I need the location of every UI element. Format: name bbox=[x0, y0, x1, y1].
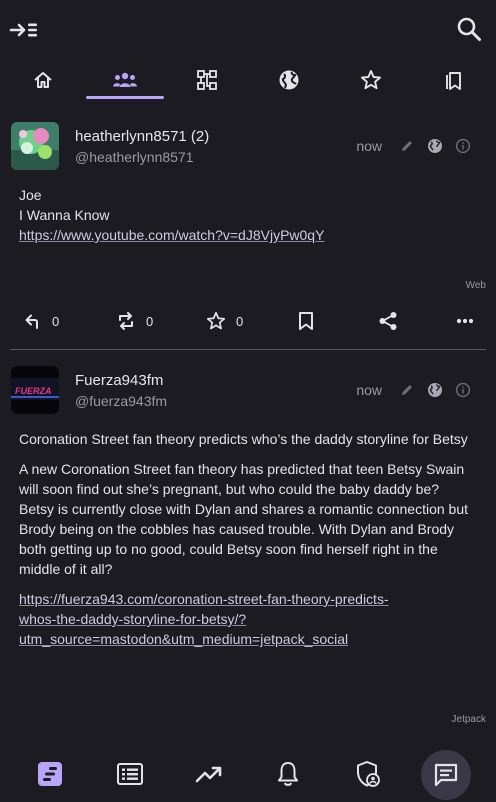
status-link-line: utm_source=mastodon&utm_medium=jetpack_s… bbox=[19, 631, 349, 647]
nav-timeline[interactable] bbox=[32, 756, 68, 792]
message-icon bbox=[433, 762, 459, 788]
avatar[interactable]: FUERZA bbox=[11, 366, 59, 414]
home-icon bbox=[33, 70, 53, 90]
avatar[interactable] bbox=[11, 122, 59, 170]
timeline-icon bbox=[37, 761, 63, 787]
info-icon[interactable] bbox=[454, 137, 472, 155]
avatar-logo-text: FUERZA bbox=[15, 386, 52, 396]
shield-user-icon bbox=[355, 760, 381, 788]
tab-federated-hierarchy[interactable] bbox=[166, 58, 248, 102]
edit-icon[interactable] bbox=[398, 137, 416, 155]
status-meta: now bbox=[356, 381, 472, 399]
tab-home[interactable] bbox=[2, 58, 84, 102]
search-icon[interactable] bbox=[454, 14, 484, 44]
status-content: Joe I Wanna Know https://www.youtube.com… bbox=[19, 185, 472, 245]
bookmark-button[interactable] bbox=[298, 306, 314, 336]
status-title: Coronation Street fan theory predicts wh… bbox=[19, 431, 468, 447]
bookmark-icon bbox=[298, 311, 314, 331]
timestamp[interactable]: now bbox=[356, 382, 382, 398]
more-icon bbox=[456, 318, 474, 324]
favourite-count: 0 bbox=[236, 313, 244, 329]
list-icon bbox=[117, 763, 143, 785]
star-icon bbox=[206, 311, 226, 331]
tab-bookmarks[interactable] bbox=[412, 58, 494, 102]
top-bar bbox=[0, 0, 496, 58]
boost-button[interactable]: 0 bbox=[116, 306, 153, 336]
timeline-tabs bbox=[0, 58, 496, 102]
status-link[interactable]: https://www.youtube.com/watch?v=dJ8VjyPw… bbox=[19, 225, 472, 245]
globe-icon bbox=[426, 137, 444, 155]
content-line: Joe bbox=[19, 187, 42, 203]
tab-local[interactable] bbox=[84, 58, 166, 102]
status-actions: 0 0 0 bbox=[0, 306, 496, 336]
display-name[interactable]: Fuerza943fm bbox=[75, 372, 163, 389]
status-divider bbox=[10, 349, 486, 350]
globe-icon bbox=[278, 69, 300, 91]
bell-icon bbox=[277, 761, 299, 787]
nav-lists[interactable] bbox=[112, 756, 148, 792]
info-icon[interactable] bbox=[454, 381, 472, 399]
more-button[interactable] bbox=[456, 306, 474, 336]
status-content: Coronation Street fan theory predicts wh… bbox=[19, 429, 472, 649]
status-meta: now bbox=[356, 137, 472, 155]
compose-icon[interactable] bbox=[8, 16, 40, 44]
boost-icon bbox=[116, 312, 136, 330]
status-link[interactable]: https://fuerza943.com/coronation-street-… bbox=[19, 589, 472, 649]
edit-icon[interactable] bbox=[398, 381, 416, 399]
people-icon bbox=[112, 71, 138, 89]
reply-icon bbox=[24, 312, 42, 330]
trending-icon bbox=[195, 765, 223, 783]
favourite-button[interactable]: 0 bbox=[206, 306, 243, 336]
status-link-line: https://fuerza943.com/coronation-street-… bbox=[19, 591, 389, 607]
star-icon bbox=[360, 69, 382, 91]
bookmarks-icon bbox=[442, 69, 464, 91]
boost-count: 0 bbox=[146, 313, 154, 329]
display-name[interactable]: heatherlynn8571 (2) bbox=[75, 128, 209, 145]
share-button[interactable] bbox=[378, 306, 398, 336]
tab-favourites[interactable] bbox=[330, 58, 412, 102]
source-app: Web bbox=[465, 280, 486, 291]
share-icon bbox=[378, 311, 398, 331]
nav-moderation[interactable] bbox=[350, 756, 386, 792]
content-line: I Wanna Know bbox=[19, 207, 110, 223]
account-handle[interactable]: @heatherlynn8571 bbox=[75, 149, 194, 165]
status-paragraph: A new Coronation Street fan theory has p… bbox=[19, 461, 468, 577]
reply-count: 0 bbox=[52, 313, 60, 329]
tab-federated[interactable] bbox=[248, 58, 330, 102]
hierarchy-icon bbox=[196, 69, 218, 91]
status-link-line: whos-the-daddy-storyline-for-betsy/? bbox=[19, 611, 247, 627]
timestamp[interactable]: now bbox=[356, 138, 382, 154]
source-app: Jetpack bbox=[451, 714, 486, 725]
account-handle[interactable]: @fuerza943fm bbox=[75, 393, 167, 409]
reply-button[interactable]: 0 bbox=[24, 306, 59, 336]
conversations-button[interactable] bbox=[421, 750, 471, 800]
bottom-navigation bbox=[0, 746, 496, 802]
globe-icon bbox=[426, 381, 444, 399]
nav-trending[interactable] bbox=[191, 756, 227, 792]
nav-notifications[interactable] bbox=[270, 756, 306, 792]
